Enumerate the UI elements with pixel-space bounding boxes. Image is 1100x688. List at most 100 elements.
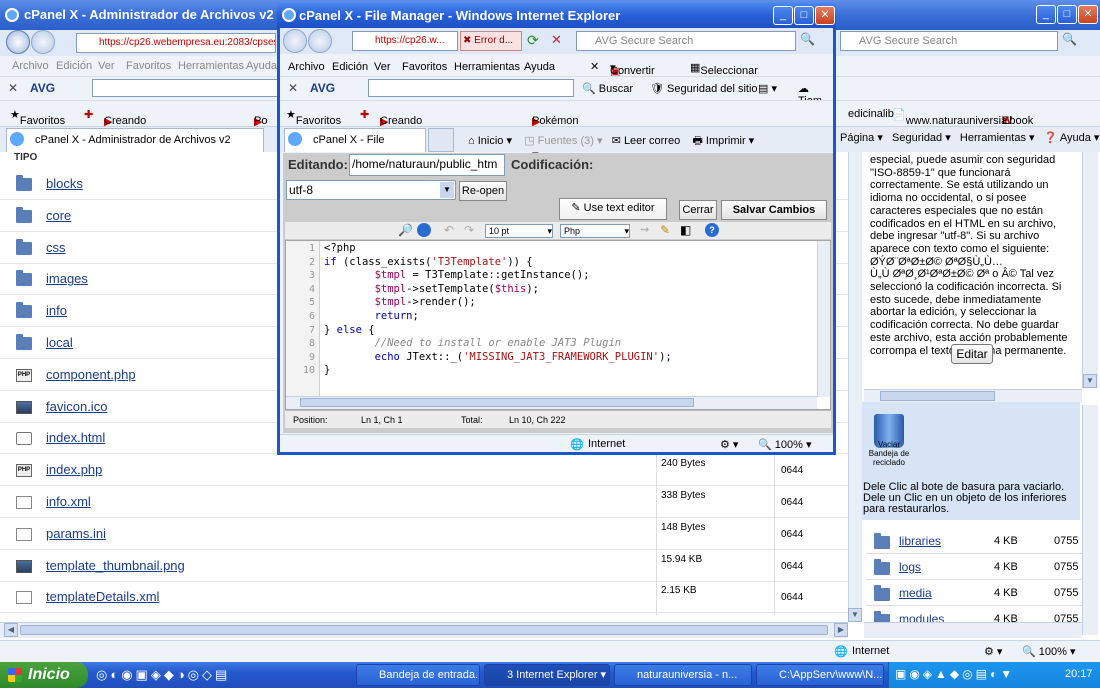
taskbar-item-appserv[interactable]: C:\AppServ\www\N... xyxy=(756,664,884,686)
front-avg-search-input[interactable] xyxy=(368,79,574,97)
file-name-link[interactable]: template_thumbnail.png xyxy=(46,558,185,573)
seleccionar-button[interactable]: ▦ Seleccionar xyxy=(690,61,758,77)
file-name-link[interactable]: local xyxy=(46,335,73,350)
front-forward-button[interactable] xyxy=(308,29,332,53)
forward-nav-button[interactable] xyxy=(31,30,55,54)
redo-icon[interactable]: ↷ xyxy=(464,223,474,237)
reopen-button[interactable]: Re-open xyxy=(459,181,507,201)
scroll-right-button[interactable]: ▶ xyxy=(834,623,848,637)
table-row[interactable] xyxy=(0,518,850,550)
front-menu-favoritos[interactable]: Favoritos xyxy=(402,61,447,73)
right-folder-link[interactable]: media xyxy=(899,586,932,600)
front-menu-ver[interactable]: Ver xyxy=(374,61,391,73)
front-back-button[interactable] xyxy=(283,29,307,53)
taskbar-item-bandeja[interactable]: Bandeja de entrada... xyxy=(356,664,480,686)
file-name-link[interactable]: core xyxy=(46,208,71,223)
front-toolbar-icon[interactable]: ▤ ▾ xyxy=(758,82,777,95)
file-name-link[interactable]: component.php xyxy=(46,367,136,382)
right-folder-link[interactable]: logs xyxy=(899,560,921,574)
file-name-link[interactable]: templateDetails.xml xyxy=(46,589,159,604)
new-tab-button[interactable] xyxy=(428,128,454,152)
tray-icons[interactable]: ▣◉◈▲◆◎▤◐▼ xyxy=(895,667,1015,681)
menu-pagina[interactable]: Página ▾ xyxy=(840,132,883,144)
menu-edicion[interactable]: Edición xyxy=(56,60,92,72)
find-icon[interactable]: 🔎 xyxy=(398,223,413,237)
encoding-select[interactable]: utf-8 ▼ xyxy=(286,180,456,200)
right-lower-vscroll[interactable] xyxy=(1082,405,1098,635)
goto-icon[interactable] xyxy=(417,223,431,237)
back-nav-button[interactable] xyxy=(6,30,30,54)
file-list-vscroll[interactable] xyxy=(848,152,862,622)
fav-star-icon[interactable]: ✚ xyxy=(84,108,93,121)
right-lower-hscroll[interactable] xyxy=(864,622,1082,638)
buscar-button[interactable]: 🔍 Buscar xyxy=(582,82,633,95)
menu-archivo[interactable]: Archivo xyxy=(12,60,49,72)
scroll-down-button[interactable]: ▼ xyxy=(848,608,862,622)
menu-seguridad[interactable]: Seguridad ▾ xyxy=(892,132,951,144)
save-changes-button[interactable]: Salvar Cambios xyxy=(721,200,827,220)
front-tab[interactable]: cPanel X - File Manager xyxy=(284,128,426,168)
language-select[interactable]: Php ▾ xyxy=(560,224,630,238)
zoom-control[interactable]: 🔍 100% ▾ xyxy=(1022,645,1075,658)
file-name-link[interactable]: blocks xyxy=(46,176,83,191)
right-folder-link[interactable]: libraries xyxy=(899,534,941,548)
file-name-link[interactable]: css xyxy=(46,240,66,255)
front-search-input[interactable]: AVG Secure Search xyxy=(576,31,796,51)
favorites-button[interactable]: ★ Favoritos xyxy=(10,108,65,127)
use-text-editor-button[interactable]: ✎ Use text editor xyxy=(559,198,667,220)
taskbar-item-ie[interactable]: 3 Internet Explorer ▾ xyxy=(484,664,610,686)
search-icon[interactable]: 🔍 xyxy=(1062,32,1077,46)
file-name-link[interactable]: info.xml xyxy=(46,494,91,509)
stop-icon[interactable]: ✕ xyxy=(551,32,569,50)
close-toolbar-icon[interactable]: ✕ xyxy=(8,81,18,95)
fav-item-right-2[interactable]: 📄 www.naturauniversia xyxy=(892,108,1007,127)
right-hscroll-thumb[interactable] xyxy=(880,391,995,401)
cerrar-button[interactable]: Cerrar xyxy=(679,200,717,220)
convertir-button[interactable]: ▣ Convertir ▾ xyxy=(610,61,655,78)
close-button[interactable]: ✕ xyxy=(1078,5,1098,24)
editor-hscroll-thumb[interactable] xyxy=(300,398,694,407)
menu-herramientas[interactable]: Herramientas xyxy=(178,60,244,72)
front-maximize-button[interactable]: □ xyxy=(794,6,814,25)
undo-icon[interactable]: ↶ xyxy=(444,223,454,237)
front-favorites-button[interactable]: ★ Favoritos xyxy=(286,108,341,127)
refresh-icon[interactable]: ⟳ xyxy=(527,32,545,50)
cmd-fuentes[interactable]: ◳ Fuentes (3) ▾ xyxy=(524,135,602,147)
avg-search-input[interactable] xyxy=(92,79,278,97)
front-menu-archivo[interactable]: Archivo xyxy=(288,61,325,73)
eraser-icon[interactable]: ◧ xyxy=(680,223,691,237)
table-row[interactable] xyxy=(0,454,850,487)
code-content[interactable]: <?php if (class_exists('T3Template')) { … xyxy=(321,241,829,397)
seguridad-sitio-button[interactable]: 🛡 Seguridad del sitio xyxy=(650,82,758,95)
front-minimize-button[interactable]: _ xyxy=(773,6,793,25)
cmd-inicio[interactable]: ⌂ Inicio ▾ xyxy=(468,135,512,147)
menu-herramientas-cmd[interactable]: Herramientas ▾ xyxy=(960,132,1035,144)
table-row[interactable] xyxy=(0,486,850,518)
menu-ayuda[interactable]: Ayuda xyxy=(246,60,277,72)
taskbar-item-naturauniversia[interactable]: naturauniversia - n... xyxy=(614,664,752,686)
hscroll-thumb[interactable] xyxy=(20,625,828,635)
front-search-icon[interactable]: 🔍 xyxy=(800,32,815,46)
quick-launch[interactable]: ◎◐◉▣◈◆◑◎◇▤ xyxy=(96,667,230,683)
file-name-link[interactable]: index.html xyxy=(46,430,105,445)
help-icon[interactable]: ? xyxy=(705,223,719,237)
cmd-imprimir[interactable]: 🖶 Imprimir ▾ xyxy=(692,135,754,147)
editor-vscroll[interactable] xyxy=(817,241,830,397)
front-zoom-control[interactable]: 🔍 100% ▾ xyxy=(758,438,811,451)
file-name-link[interactable]: index.php xyxy=(46,462,102,477)
cert-error-badge[interactable]: ✖ Error d... xyxy=(460,31,522,51)
font-size-select[interactable]: 10 pt ▾ xyxy=(485,224,553,238)
file-name-link[interactable]: params.ini xyxy=(46,526,106,541)
front-avg-close-icon[interactable]: ✕ xyxy=(288,81,298,95)
front-menu-herramientas[interactable]: Herramientas xyxy=(454,61,520,73)
menu-favoritos[interactable]: Favoritos xyxy=(126,60,171,72)
protected-mode-icon[interactable]: ⚙ ▾ xyxy=(984,645,1002,658)
reset-highlight-icon[interactable]: ✎ xyxy=(660,223,670,237)
front-address-input[interactable]: https://cp26.w... xyxy=(352,31,458,51)
maximize-button[interactable]: □ xyxy=(1057,5,1077,24)
back-address-input[interactable]: https://cp26.webempresa.eu:2083/cpsess xyxy=(76,33,276,53)
front-close-button[interactable]: ✕ xyxy=(815,6,835,25)
right-vscroll[interactable] xyxy=(1082,152,1098,388)
file-name-link[interactable]: images xyxy=(46,271,88,286)
back-tab[interactable]: cPanel X - Administrador de Archivos v2 xyxy=(6,128,264,152)
